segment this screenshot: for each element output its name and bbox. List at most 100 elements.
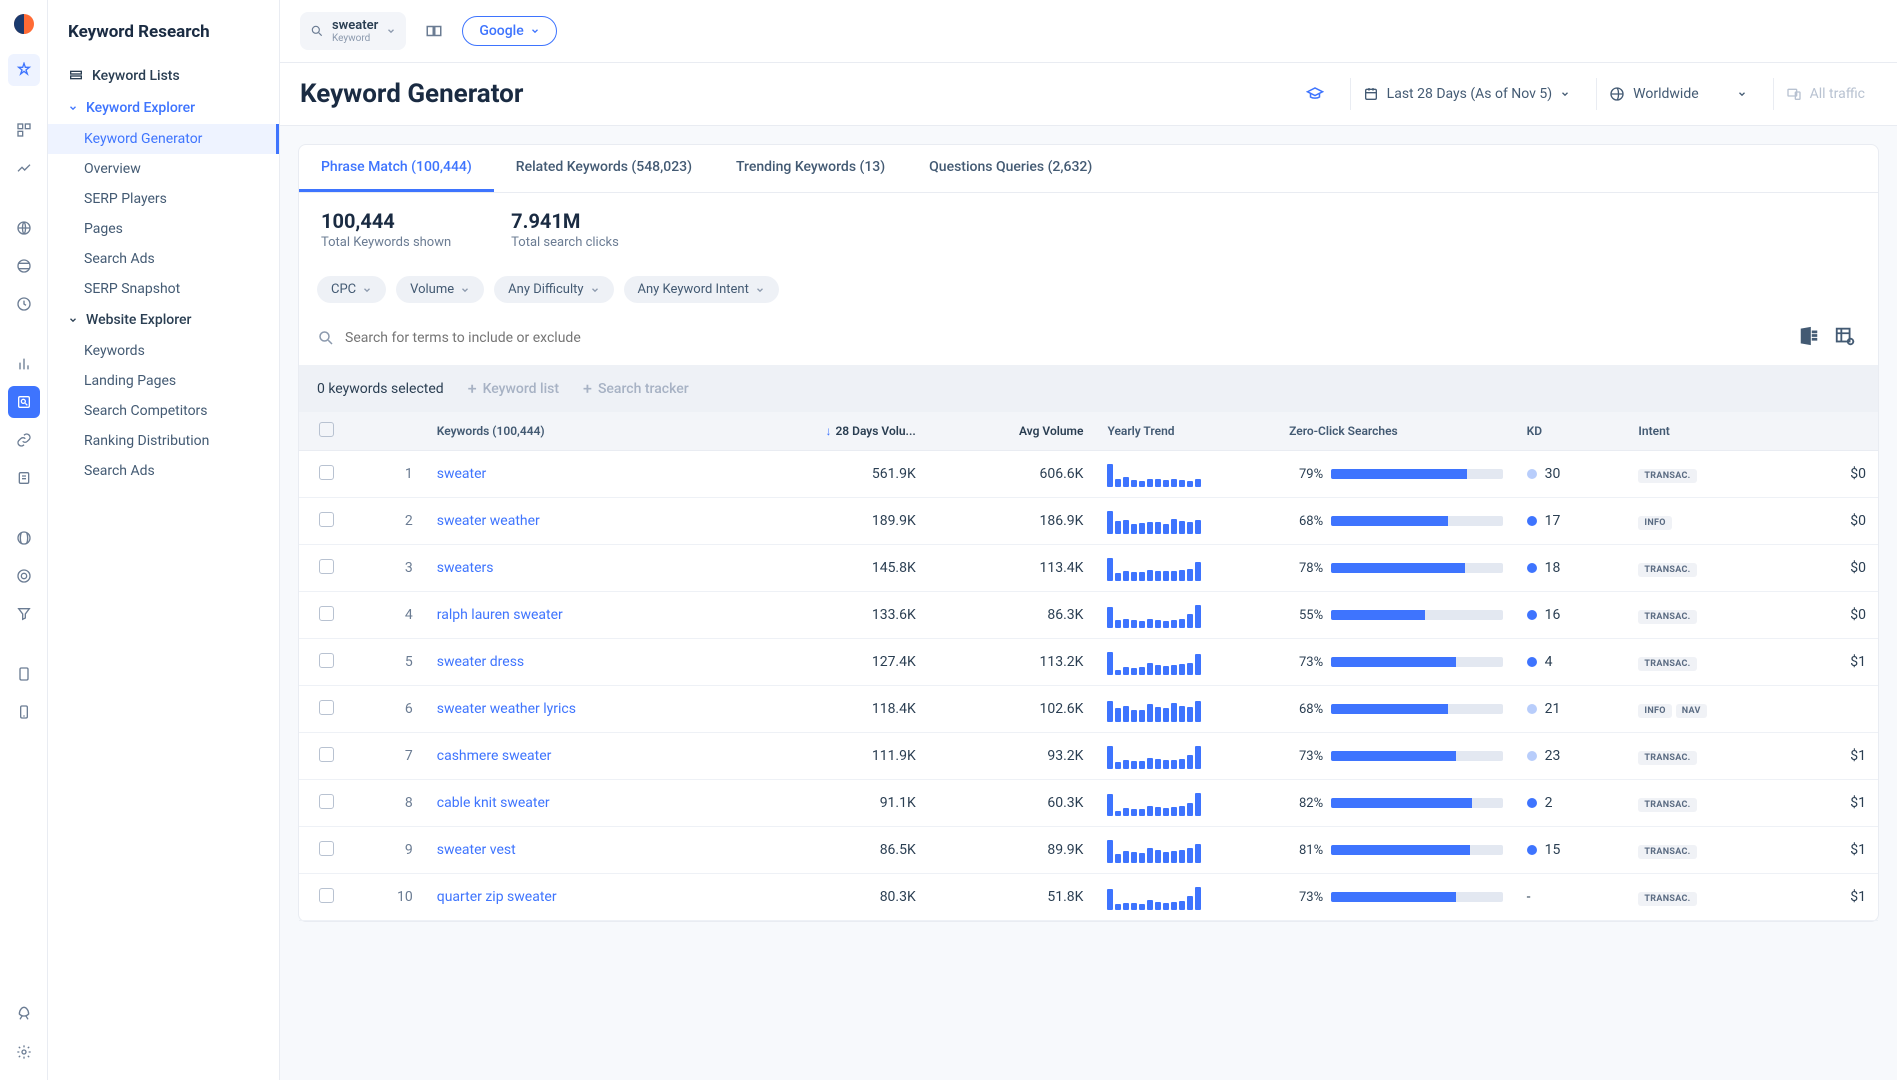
search-box[interactable] <box>317 329 1788 347</box>
keyword-link[interactable]: sweater weather lyrics <box>437 701 576 717</box>
nav-group-keyword-lists[interactable]: Keyword Lists <box>48 60 279 92</box>
keyword-link[interactable]: sweaters <box>437 560 494 576</box>
rail-grid-icon[interactable] <box>8 114 40 146</box>
chevron-down-icon <box>68 103 78 113</box>
cpc-cell: $1 <box>1794 733 1878 780</box>
row-checkbox[interactable] <box>319 653 334 668</box>
intent-cell: TRANSAC. <box>1626 733 1794 780</box>
nav-item-search-competitors[interactable]: Search Competitors <box>48 396 279 426</box>
nav-item-ranking-distribution[interactable]: Ranking Distribution <box>48 426 279 456</box>
row-checkbox[interactable] <box>319 465 334 480</box>
summary-row: 100,444 Total Keywords shown 7.941M Tota… <box>299 193 1878 266</box>
table-settings-button[interactable] <box>1834 325 1860 351</box>
rail-globe-icon[interactable] <box>8 212 40 244</box>
col-intent[interactable]: Intent <box>1626 412 1794 451</box>
traffic-selector[interactable]: All traffic <box>1773 78 1877 110</box>
keyword-link[interactable]: ralph lauren sweater <box>437 607 563 623</box>
keyword-link[interactable]: sweater weather <box>437 513 540 529</box>
row-checkbox[interactable] <box>319 888 334 903</box>
tab-trending[interactable]: Trending Keywords (13) <box>714 145 907 192</box>
rail-settings-icon[interactable] <box>8 1036 40 1068</box>
nav-item-pages[interactable]: Pages <box>48 214 279 244</box>
keyword-link[interactable]: sweater vest <box>437 842 516 858</box>
row-checkbox[interactable] <box>319 747 334 762</box>
avg-vol: 186.9K <box>928 498 1096 545</box>
nav-item-landing-pages[interactable]: Landing Pages <box>48 366 279 396</box>
filter-any-keyword-intent[interactable]: Any Keyword Intent <box>624 276 779 303</box>
rail-link-icon[interactable] <box>8 424 40 456</box>
region-selector[interactable]: Worldwide <box>1596 78 1758 110</box>
nav-item-search-ads[interactable]: Search Ads <box>48 456 279 486</box>
kd-cell: 4 <box>1527 654 1615 670</box>
search-engine-button[interactable]: Google <box>462 16 556 46</box>
col-keywords[interactable]: Keywords (100,444) <box>425 412 760 451</box>
nav-item-serp-players[interactable]: SERP Players <box>48 184 279 214</box>
filter-cpc[interactable]: CPC <box>317 276 386 303</box>
add-to-keyword-list[interactable]: +Keyword list <box>468 379 559 398</box>
rail-bar-icon[interactable] <box>8 348 40 380</box>
intent-badge: TRANSAC. <box>1638 845 1696 859</box>
date-range-selector[interactable]: Last 28 Days (As of Nov 5) <box>1350 78 1582 110</box>
nav-group-website-explorer[interactable]: Website Explorer <box>48 304 279 336</box>
kd-cell: 17 <box>1527 513 1615 529</box>
nav-item-search-ads[interactable]: Search Ads <box>48 244 279 274</box>
rail-search-active-icon[interactable] <box>8 386 40 418</box>
keyword-link[interactable]: cashmere sweater <box>437 748 552 764</box>
rail-rocket-icon[interactable] <box>8 998 40 1030</box>
row-checkbox[interactable] <box>319 841 334 856</box>
cpc-cell: $0 <box>1794 592 1878 639</box>
rail-ai-icon[interactable] <box>8 54 40 86</box>
row-checkbox[interactable] <box>319 512 334 527</box>
add-to-search-tracker[interactable]: +Search tracker <box>583 379 689 398</box>
col-yearly-trend[interactable]: Yearly Trend <box>1095 412 1277 451</box>
nav-item-overview[interactable]: Overview <box>48 154 279 184</box>
export-excel-button[interactable] <box>1798 325 1824 351</box>
keyword-chip[interactable]: sweater Keyword <box>300 12 406 50</box>
vol-28d: 118.4K <box>760 686 928 733</box>
rail-note-icon[interactable] <box>8 462 40 494</box>
col-kd[interactable]: KD <box>1515 412 1627 451</box>
col-28days-volume[interactable]: ↓28 Days Volu... <box>760 412 928 451</box>
keyword-link[interactable]: quarter zip sweater <box>437 889 557 905</box>
nav-item-keyword-generator[interactable]: Keyword Generator <box>48 124 279 154</box>
rail-trend-icon[interactable] <box>8 152 40 184</box>
intent-cell: INFONAV <box>1626 686 1794 733</box>
nav-item-keywords[interactable]: Keywords <box>48 336 279 366</box>
rail-doc-icon[interactable] <box>8 658 40 690</box>
rail-funnel-icon[interactable] <box>8 598 40 630</box>
keyword-link[interactable]: cable knit sweater <box>437 795 550 811</box>
col-avg-volume[interactable]: Avg Volume <box>928 412 1096 451</box>
search-input[interactable] <box>345 330 1788 346</box>
kd-dot <box>1527 704 1537 714</box>
rail-globe2-icon[interactable] <box>8 250 40 282</box>
row-checkbox[interactable] <box>319 794 334 809</box>
keyword-link[interactable]: sweater dress <box>437 654 524 670</box>
col-cpc[interactable] <box>1794 412 1878 451</box>
kd-dot <box>1527 751 1537 761</box>
tab-questions[interactable]: Questions Queries (2,632) <box>907 145 1114 192</box>
help-button[interactable] <box>1294 77 1336 111</box>
row-index: 9 <box>355 827 425 874</box>
keyword-link[interactable]: sweater <box>437 466 487 482</box>
tab-related[interactable]: Related Keywords (548,023) <box>494 145 714 192</box>
col-zero-click[interactable]: Zero-Click Searches <box>1277 412 1515 451</box>
compare-button[interactable] <box>418 15 450 47</box>
rail-mobile-icon[interactable] <box>8 696 40 728</box>
avg-vol: 60.3K <box>928 780 1096 827</box>
tab-phrase[interactable]: Phrase Match (100,444) <box>299 145 494 192</box>
rail-world-icon[interactable] <box>8 522 40 554</box>
row-checkbox[interactable] <box>319 606 334 621</box>
nav-item-serp-snapshot[interactable]: SERP Snapshot <box>48 274 279 304</box>
filter-volume[interactable]: Volume <box>396 276 484 303</box>
rail-clock-icon[interactable] <box>8 288 40 320</box>
nav-group-keyword-explorer[interactable]: Keyword Explorer <box>48 92 279 124</box>
row-checkbox[interactable] <box>319 700 334 715</box>
row-index: 2 <box>355 498 425 545</box>
select-all-checkbox[interactable] <box>319 422 334 437</box>
row-checkbox[interactable] <box>319 559 334 574</box>
globe-icon <box>1609 86 1625 102</box>
rail-target-icon[interactable] <box>8 560 40 592</box>
filter-any-difficulty[interactable]: Any Difficulty <box>494 276 613 303</box>
topbar: sweater Keyword Google <box>280 0 1897 63</box>
sidebar-title: Keyword Research <box>48 16 279 60</box>
